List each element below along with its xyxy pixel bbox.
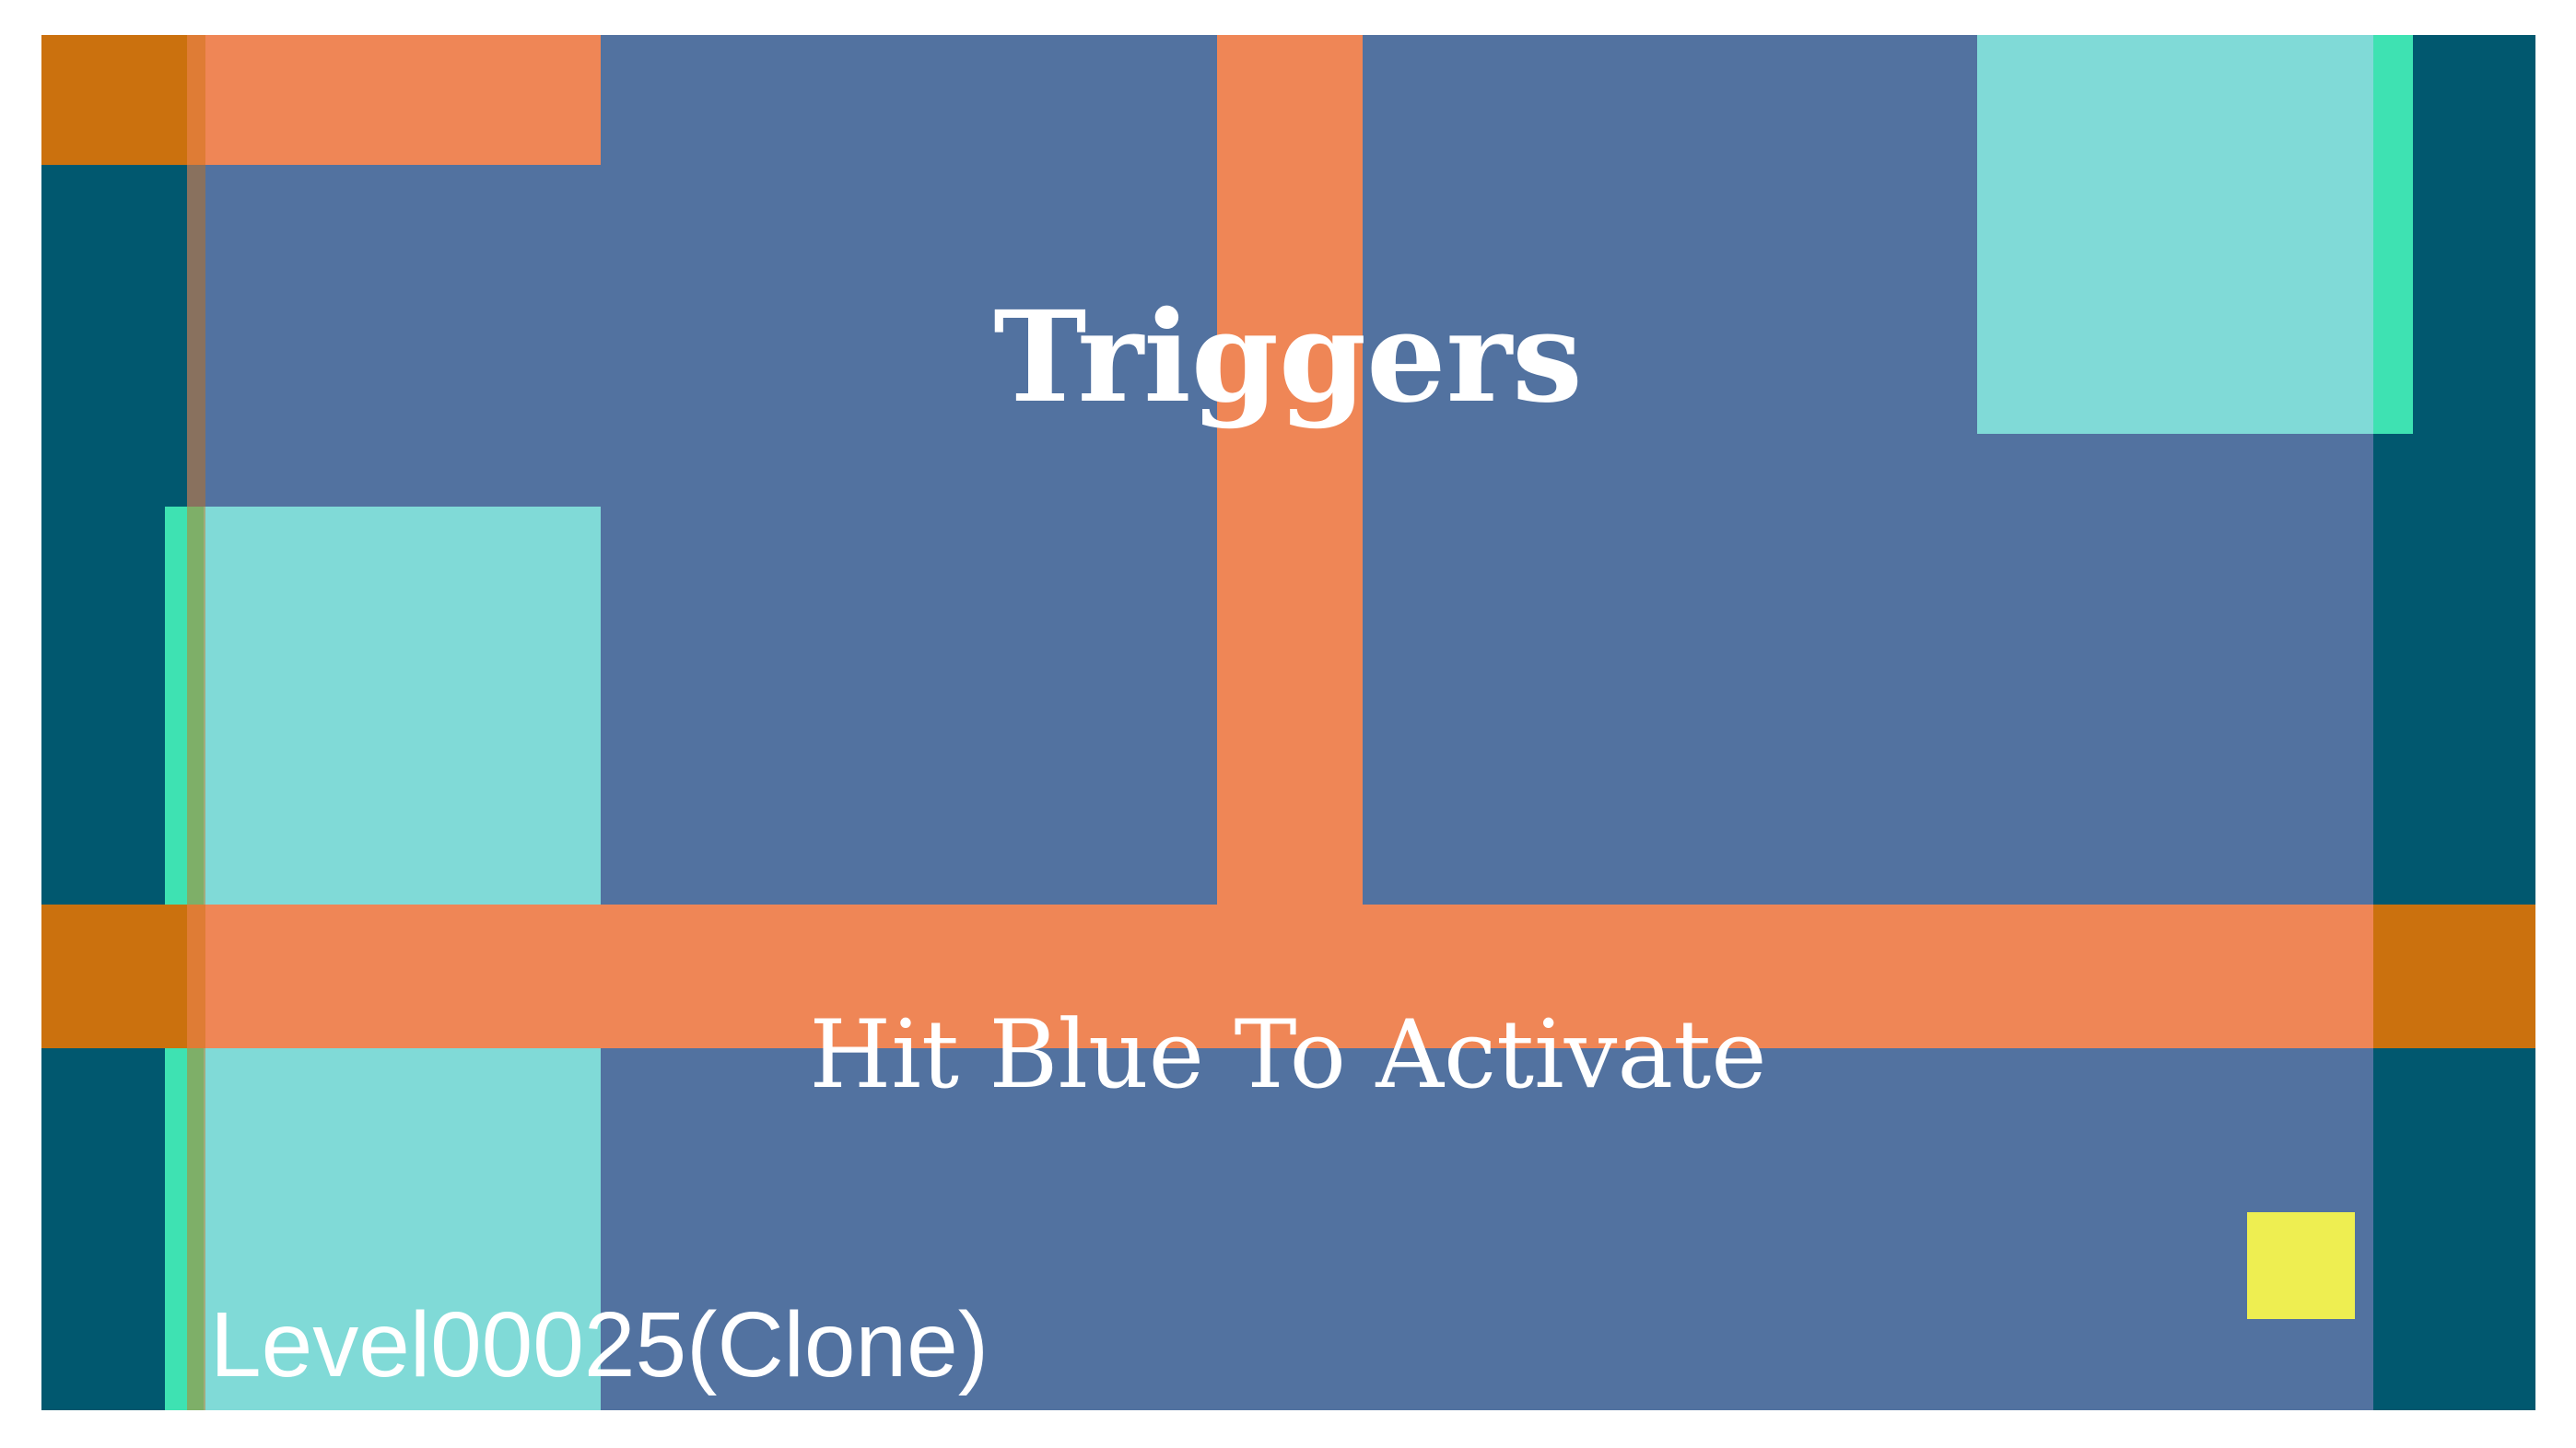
trigger-pad-left-upper	[165, 507, 601, 905]
orange-corner-top-left	[41, 35, 187, 165]
player-square[interactable]	[2247, 1212, 2355, 1319]
game-screen: Triggers Hit Blue To Activate Level00025…	[0, 0, 2576, 1448]
level-name-label: Level00025(Clone)	[210, 1293, 989, 1396]
level-title: Triggers	[993, 284, 1583, 431]
orange-wall-vertical	[1217, 35, 1363, 905]
left-stripe	[187, 35, 205, 1410]
game-board	[41, 35, 2535, 1410]
level-hint: Hit Blue To Activate	[809, 1000, 1767, 1110]
